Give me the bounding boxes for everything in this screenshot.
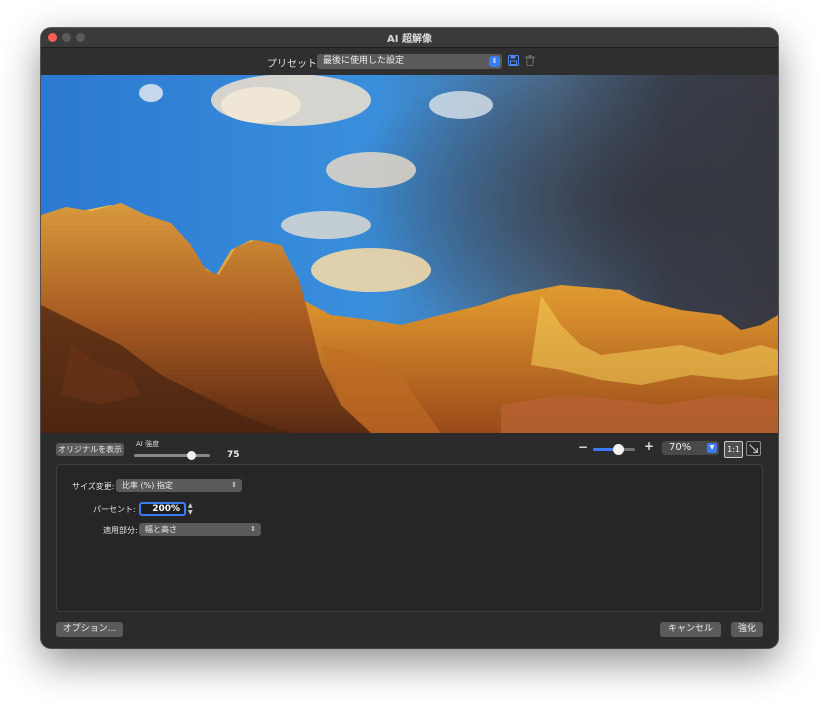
options-button[interactable]: オプション... <box>56 622 123 637</box>
zoom-in-button[interactable]: + <box>644 439 654 453</box>
ai-strength-value: 75 <box>227 450 240 460</box>
resize-settings-panel: サイズ変更: 比率 (%) 指定 ⇕ パーセント: 200% ▲ ▼ 適用部分: … <box>56 464 763 612</box>
percent-label: パーセント: <box>93 505 136 514</box>
landscape-photo <box>41 75 778 433</box>
zoom-slider[interactable] <box>593 444 635 455</box>
actual-size-button[interactable]: 1:1 <box>724 441 743 458</box>
chevron-updown-icon: ⇕ <box>489 56 500 67</box>
percent-input[interactable]: 200% <box>139 502 186 516</box>
resize-mode-value: 比率 (%) 指定 <box>122 481 173 490</box>
save-preset-icon[interactable] <box>508 55 519 66</box>
resize-label: サイズ変更: <box>72 482 115 491</box>
fit-to-window-icon[interactable] <box>746 441 761 456</box>
chevron-updown-icon: ⇕ <box>250 525 256 533</box>
delete-preset-icon[interactable] <box>525 55 535 66</box>
show-original-button[interactable]: オリジナルを表示 <box>56 443 124 456</box>
preset-bar: プリセット 最後に使用した設定 ⇕ <box>41 48 778 76</box>
controls-area: オリジナルを表示 AI 強度 75 − + 70% ▼ 1:1 サイズ変更: 比… <box>41 433 778 648</box>
zoom-dropdown[interactable]: 70% ▼ <box>662 441 719 455</box>
ai-strength-slider-knob[interactable] <box>186 451 196 460</box>
preset-selected-value: 最後に使用した設定 <box>323 56 405 66</box>
zoom-slider-knob[interactable] <box>612 444 624 455</box>
apply-to-label: 適用部分: <box>103 526 138 535</box>
apply-to-value: 幅と高さ <box>145 525 177 534</box>
zoom-out-button[interactable]: − <box>578 440 588 454</box>
preset-label: プリセット <box>267 59 317 70</box>
chevron-updown-icon: ⇕ <box>231 481 237 489</box>
title-bar: AI 超解像 <box>41 28 778 48</box>
apply-to-dropdown[interactable]: 幅と高さ ⇕ <box>139 523 261 536</box>
ai-super-resolution-window: AI 超解像 プリセット 最後に使用した設定 ⇕ オリジナルを表示 AI 強度 … <box>41 28 778 648</box>
ai-strength-slider[interactable] <box>134 451 210 460</box>
image-preview[interactable] <box>41 75 778 433</box>
window-title: AI 超解像 <box>387 34 432 45</box>
percent-stepper[interactable]: ▲ ▼ <box>188 502 194 516</box>
enhance-button[interactable]: 強化 <box>731 622 763 637</box>
cancel-button[interactable]: キャンセル <box>660 622 721 637</box>
preset-dropdown[interactable]: 最後に使用した設定 ⇕ <box>317 54 502 69</box>
resize-mode-dropdown[interactable]: 比率 (%) 指定 ⇕ <box>116 479 242 492</box>
zoom-value: 70% <box>669 442 692 453</box>
chevron-down-icon: ▼ <box>707 443 717 453</box>
ai-strength-label: AI 強度 <box>136 440 160 448</box>
